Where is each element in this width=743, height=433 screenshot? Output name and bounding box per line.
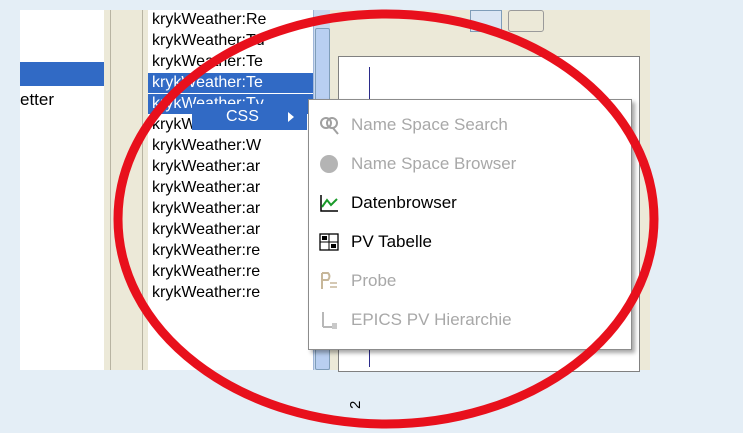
menu-item-label: PV Tabelle (351, 232, 432, 251)
chart-trend-icon (320, 195, 338, 212)
menu-item-epics-pv-hierarchie[interactable]: EPICS PV Hierarchie (309, 303, 631, 337)
list-item[interactable]: krykWeather:Re (152, 10, 266, 30)
probe-icon (321, 272, 337, 289)
menu-item-label: Name Space Search (351, 115, 508, 134)
menu-item-name-space-search[interactable]: Name Space Search (309, 108, 631, 142)
menu-item-label: Datenbrowser (351, 193, 457, 212)
toolbar-button[interactable] (508, 10, 544, 32)
list-item[interactable]: krykWeather:Te (152, 52, 263, 72)
search-binoculars-icon (320, 117, 339, 135)
list-item[interactable]: krykWeather:ar (152, 199, 260, 219)
y-axis-tick-label: 2 (347, 400, 364, 409)
submenu-arrow-icon (288, 112, 294, 122)
left-tree-item-label[interactable]: etter (20, 90, 54, 110)
left-selected-row[interactable] (20, 62, 104, 86)
left-tree-panel: etter (20, 10, 104, 370)
menu-item-probe[interactable]: Probe (309, 264, 631, 298)
list-item-selected[interactable]: krykWeather:Te (148, 73, 313, 93)
css-item-label: CSS (226, 108, 259, 125)
context-menu-css-item[interactable]: CSS (192, 104, 307, 130)
css-submenu: Name Space Search Name Space Browser Dat… (308, 99, 632, 350)
menu-item-label: Probe (351, 271, 397, 290)
pv-table-icon (319, 233, 339, 251)
menu-item-label: EPICS PV Hierarchie (351, 310, 512, 329)
panel-separator (104, 10, 148, 370)
list-item[interactable]: krykWeather:re (152, 241, 260, 261)
list-item[interactable]: krykWeather:ar (152, 157, 260, 177)
toolbar-field[interactable] (470, 10, 502, 32)
list-item[interactable]: krykWeather:W (152, 136, 261, 156)
menu-item-label: Name Space Browser (351, 154, 517, 173)
menu-item-datenbrowser[interactable]: Datenbrowser (309, 186, 631, 220)
list-item[interactable]: krykWeather:ar (152, 220, 260, 240)
list-item[interactable]: krykWeather:re (152, 262, 260, 282)
list-item[interactable]: krykWeather:ar (152, 178, 260, 198)
menu-item-name-space-browser[interactable]: Name Space Browser (309, 147, 631, 181)
pv-list: krykWeather:Re krykWeather:Td krykWeathe… (148, 10, 313, 370)
menu-item-pv-tabelle[interactable]: PV Tabelle (309, 225, 631, 259)
gray-circle-icon (320, 155, 338, 173)
list-item[interactable]: krykWeather:Td (152, 31, 265, 51)
list-item[interactable]: krykWeather:re (152, 283, 260, 303)
hierarchy-icon (322, 312, 337, 329)
